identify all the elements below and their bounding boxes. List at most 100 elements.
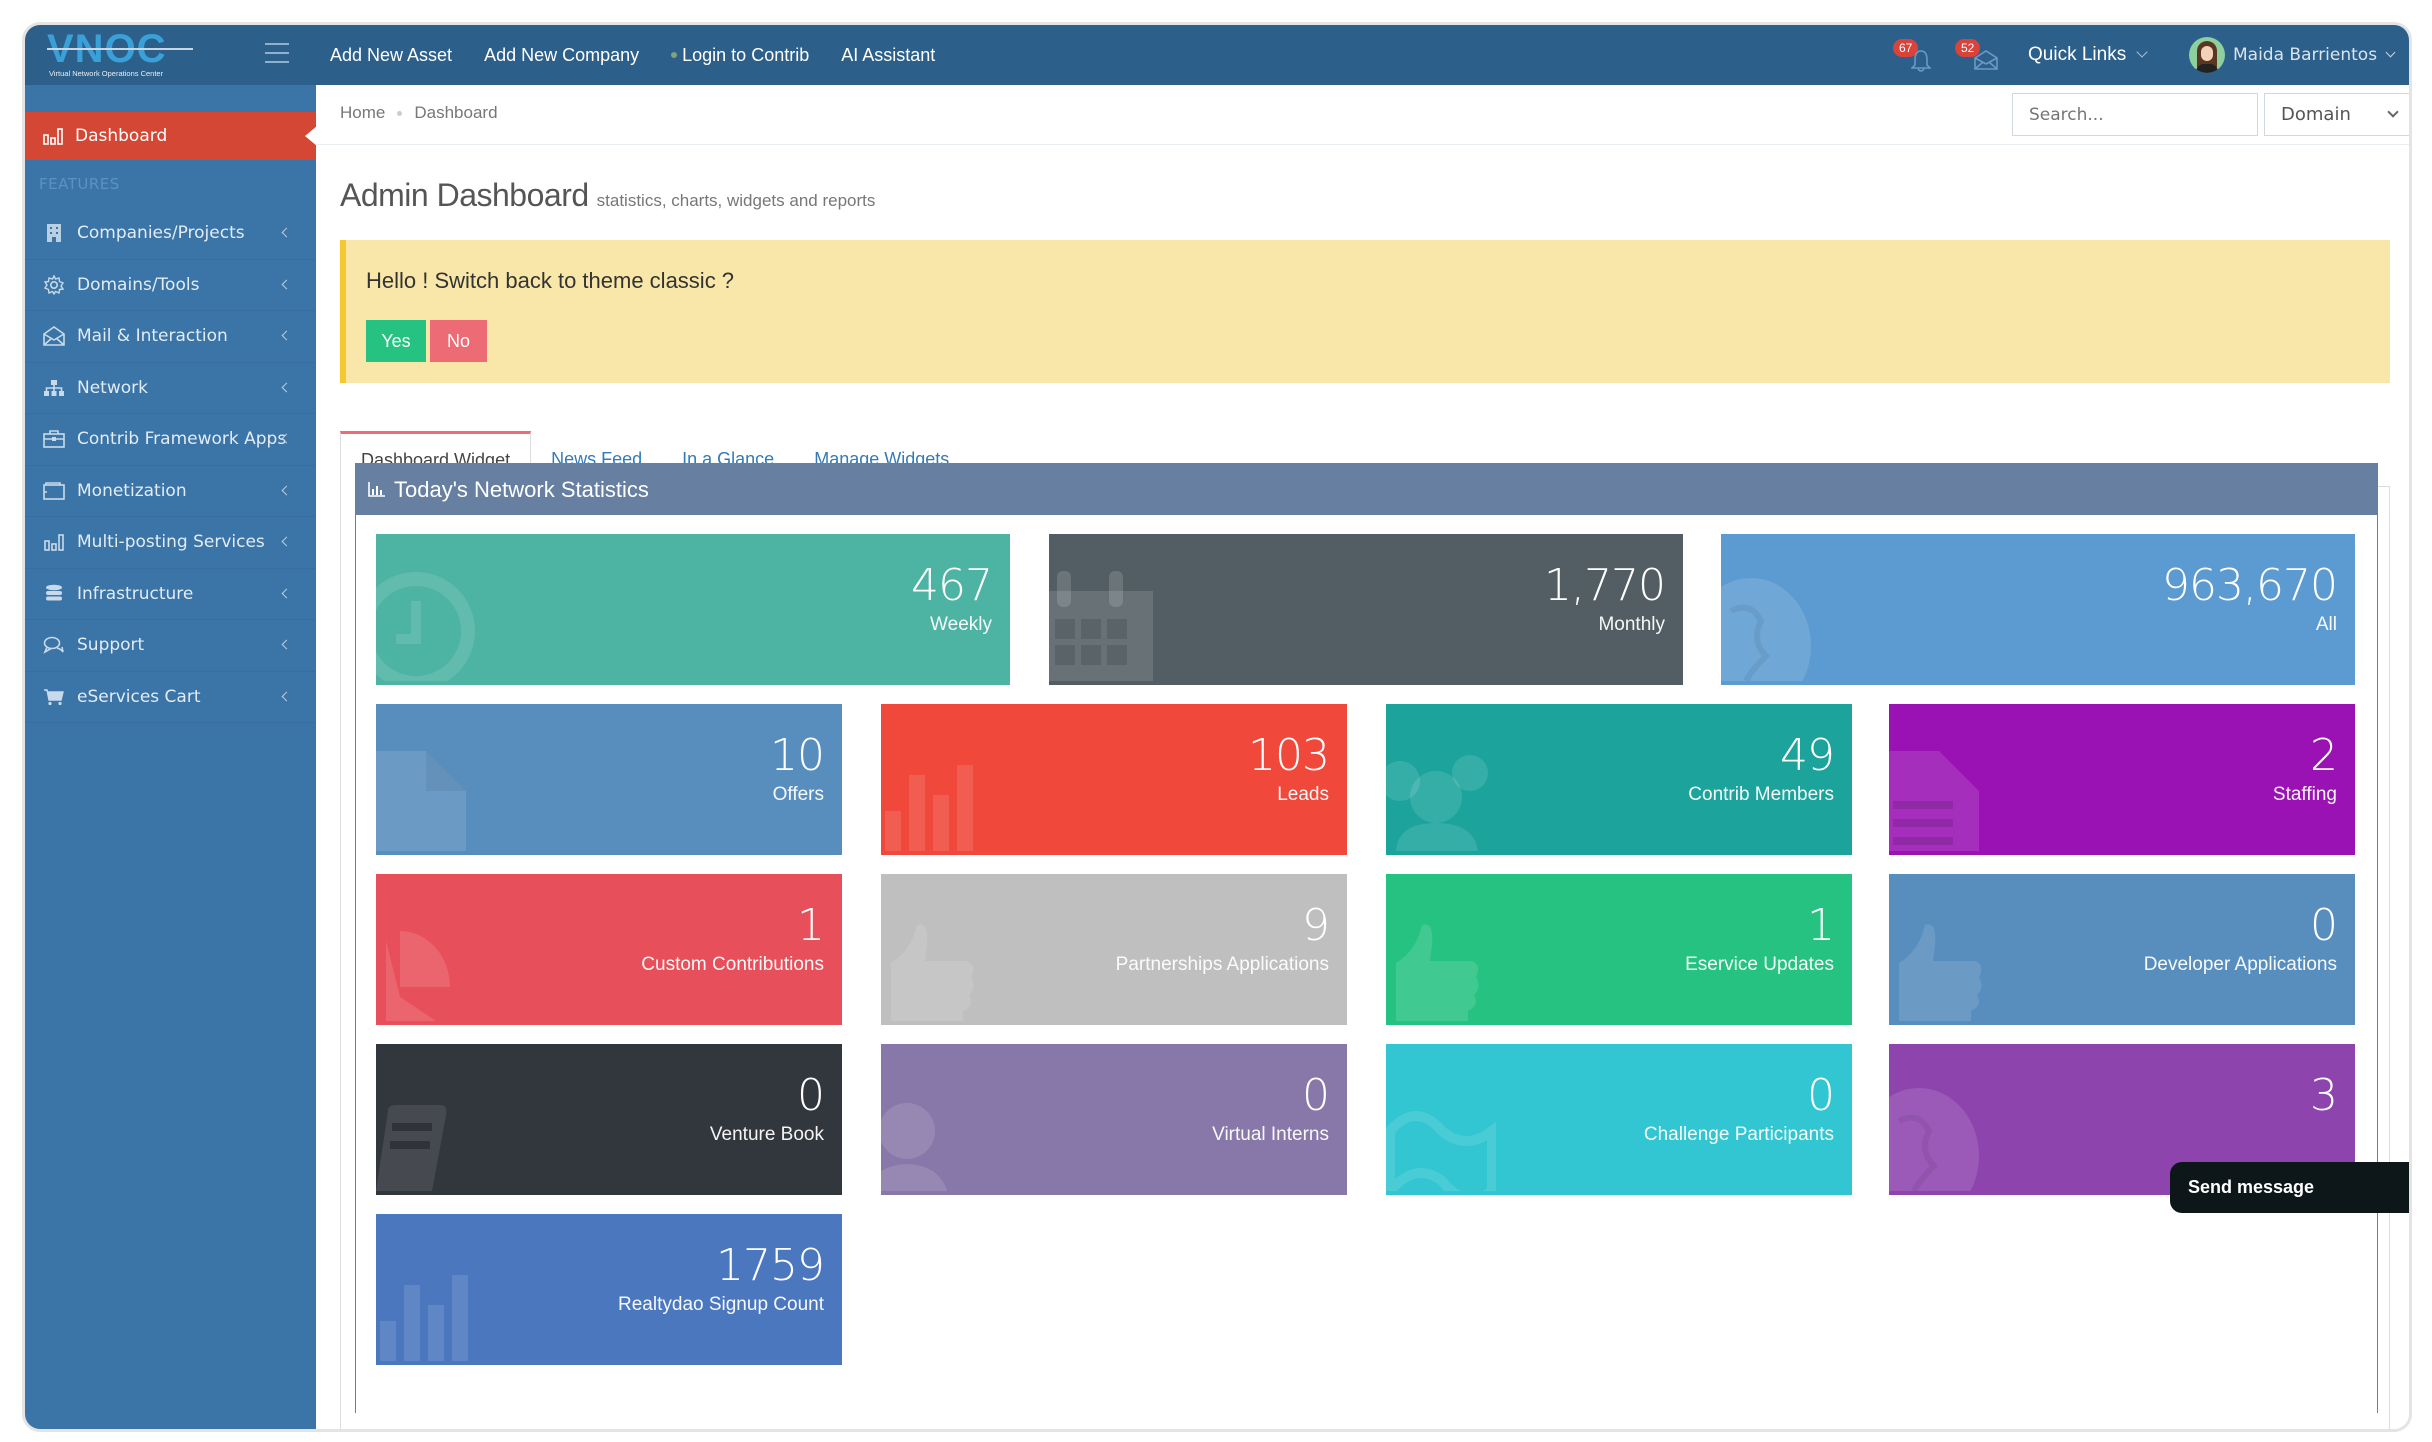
messages-button[interactable]: 52 — [1955, 39, 1998, 79]
stat-tile[interactable]: 10 Offers — [376, 704, 842, 855]
stat-tile[interactable]: 0 Virtual Interns — [881, 1044, 1347, 1195]
chevron-left-icon — [281, 227, 292, 238]
user-name: Maida Barrientos — [2233, 45, 2378, 65]
stat-tile[interactable]: 1 Eservice Updates — [1386, 874, 1852, 1025]
stat-label: Weekly — [930, 614, 992, 635]
stat-label: Offers — [772, 784, 824, 805]
database-icon — [43, 583, 65, 605]
stat-tile[interactable]: 963,670 All — [1721, 534, 2355, 685]
stat-tile[interactable]: 0 Developer Applications — [1889, 874, 2355, 1025]
stat-value: 9 — [1302, 900, 1330, 951]
breadcrumb-home[interactable]: Home — [340, 103, 385, 123]
sidebar-item-contrib-framework-apps[interactable]: Contrib Framework Apps — [25, 414, 316, 466]
page-title-text: Admin Dashboard — [340, 177, 589, 213]
stat-label: Realtydao Signup Count — [618, 1294, 824, 1315]
login-to-contrib-link[interactable]: Login to Contrib — [671, 45, 809, 66]
sitemap-icon — [43, 377, 65, 399]
alert-message: Hello ! Switch back to theme classic ? — [366, 268, 735, 293]
sidebar-item-label: Companies/Projects — [77, 223, 245, 244]
chevron-left-icon — [281, 485, 292, 495]
user-menu[interactable]: Maida Barrientos — [2189, 25, 2396, 85]
chevron-left-icon — [281, 691, 292, 701]
stat-label: Contrib Members — [1688, 784, 1834, 805]
stat-tile[interactable]: 103 Leads — [881, 704, 1347, 855]
stat-value: 963,670 — [2162, 560, 2338, 611]
stat-value: 0 — [797, 1070, 825, 1121]
breadcrumb: Home Dashboard — [340, 103, 498, 123]
stat-label: Virtual Interns — [1212, 1124, 1329, 1145]
sidebar-item-dashboard[interactable]: Dashboard — [25, 112, 317, 160]
send-message-button[interactable]: Send message — [2170, 1162, 2409, 1213]
sidebar-item-label: eServices Cart — [77, 686, 201, 707]
chevron-left-icon — [281, 639, 292, 650]
app-window: VNOC Virtual Network Operations Center A… — [22, 22, 2412, 1432]
bar-chart-icon — [376, 1241, 486, 1365]
chevron-left-icon — [281, 279, 292, 289]
sidebar-item-label: Mail & Interaction — [77, 326, 228, 347]
page-subtitle: statistics, charts, widgets and reports — [596, 191, 876, 210]
status-dot-icon — [671, 52, 678, 58]
cart-icon — [43, 686, 65, 708]
stat-label: Venture Book — [709, 1124, 824, 1145]
bar-chart-icon — [881, 731, 991, 855]
stat-value: 1 — [797, 900, 825, 951]
stat-label: Custom Contributions — [641, 954, 824, 975]
bell-icon — [1911, 50, 1931, 72]
logo-subtitle: Virtual Network Operations Center — [49, 69, 164, 78]
notifications-button[interactable]: 67 — [1893, 39, 1933, 79]
sidebar-item-mail-interaction[interactable]: Mail & Interaction — [25, 311, 316, 363]
network-statistics-panel: Today's Network Statistics 467 Weekly 1,77… — [355, 463, 2378, 1413]
stat-value: 0 — [2310, 900, 2338, 951]
page-title: Admin Dashboard statistics, charts, widg… — [340, 177, 875, 214]
theme-alert: Hello ! Switch back to theme classic ? Y… — [340, 240, 2390, 383]
stat-value: 2 — [2310, 730, 2338, 781]
stat-tile[interactable]: 1759 Realtydao Signup Count — [376, 1214, 842, 1365]
domain-select[interactable]: Domain — [2264, 93, 2409, 136]
stat-tile[interactable]: 2 Staffing — [1889, 704, 2355, 855]
stat-label: Partnerships Applications — [1115, 954, 1329, 975]
clock-icon — [376, 561, 486, 685]
sidebar-item-network[interactable]: Network — [25, 363, 316, 414]
sidebar-item-eservices-cart[interactable]: eServices Cart — [25, 672, 316, 723]
sidebar-item-domains-tools[interactable]: Domains/Tools — [25, 260, 316, 311]
sidebar: Dashboard FEATURES Companies/Projects Do… — [25, 85, 317, 1429]
ai-assistant-link[interactable]: AI Assistant — [841, 45, 935, 66]
sidebar-item-label: Dashboard — [75, 126, 168, 146]
sidebar-item-label: Multi-posting Services — [77, 532, 265, 553]
envelope-icon — [1974, 50, 1998, 70]
stat-value: 0 — [1302, 1070, 1330, 1121]
stat-tile[interactable]: 467 Weekly — [376, 534, 1010, 685]
pie-chart-icon — [376, 901, 486, 1025]
stat-label: Leads — [1277, 784, 1329, 805]
add-new-asset-link[interactable]: Add New Asset — [330, 45, 452, 66]
stat-label: Monthly — [1598, 614, 1665, 635]
add-new-company-link[interactable]: Add New Company — [484, 45, 639, 66]
quick-links-dropdown[interactable]: Quick Links — [2028, 25, 2148, 85]
file-icon — [376, 731, 486, 855]
stat-tile[interactable]: 1 Custom Contributions — [376, 874, 842, 1025]
stat-tile[interactable]: 49 Contrib Members — [1386, 704, 1852, 855]
yes-button[interactable]: Yes — [366, 320, 426, 362]
menu-toggle-icon[interactable] — [265, 43, 289, 63]
sidebar-item-companies-projects[interactable]: Companies/Projects — [25, 208, 316, 260]
stat-value: 1,770 — [1544, 560, 1666, 611]
no-button[interactable]: No — [430, 320, 487, 362]
stat-value: 1 — [1807, 900, 1835, 951]
chevron-down-icon — [2387, 106, 2399, 118]
sidebar-item-label: Support — [77, 635, 145, 656]
sidebar-item-infrastructure[interactable]: Infrastructure — [25, 569, 316, 620]
quick-links-label: Quick Links — [2028, 44, 2127, 65]
sidebar-item-multi-posting-services[interactable]: Multi-posting Services — [25, 517, 316, 569]
chevron-down-icon — [2385, 47, 2396, 57]
sidebar-item-support[interactable]: Support — [25, 620, 316, 672]
stat-label: All — [2315, 614, 2337, 635]
search-input[interactable] — [2012, 93, 2258, 136]
stat-tile[interactable]: 1,770 Monthly — [1049, 534, 1683, 685]
vnoc-logo[interactable]: VNOC Virtual Network Operations Center — [47, 29, 197, 81]
sidebar-item-monetization[interactable]: Monetization — [25, 466, 316, 517]
stat-tile[interactable]: 9 Partnerships Applications — [881, 874, 1347, 1025]
stat-tile[interactable]: 0 Venture Book — [376, 1044, 842, 1195]
stat-value: 49 — [1780, 730, 1835, 781]
stat-tile[interactable]: 0 Challenge Participants — [1386, 1044, 1852, 1195]
domain-select-value: Domain — [2281, 104, 2351, 125]
